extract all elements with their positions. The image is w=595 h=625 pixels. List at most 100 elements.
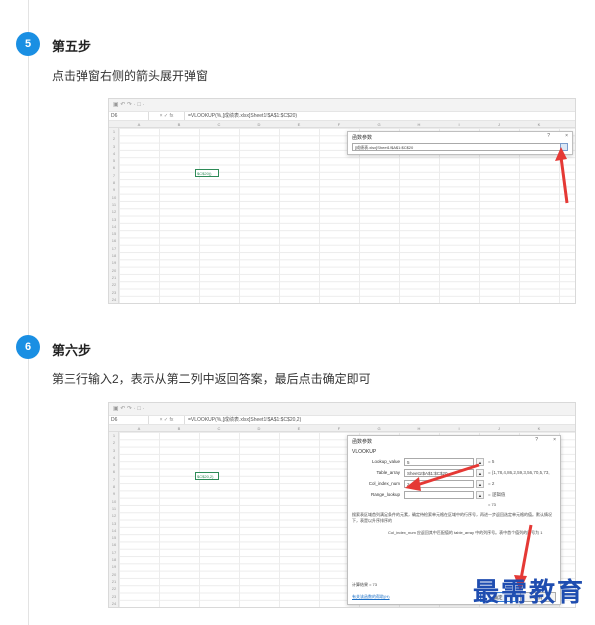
- row-number: 4: [112, 454, 116, 460]
- range-lookup-input[interactable]: [404, 491, 474, 499]
- row-number: 7: [112, 172, 116, 178]
- column-letter: I: [458, 426, 460, 431]
- row-number: 11: [111, 505, 117, 511]
- row-number: 9: [112, 491, 116, 497]
- row-number: 3: [112, 143, 116, 149]
- quick-access-toolbar: ▣ ↶ ↷ · □ ·: [109, 403, 575, 415]
- collapse-arrow-icon[interactable]: ▲: [476, 480, 484, 488]
- function-args-dialog-collapsed: 函数参数 ? × [成绩表.xlsx]Sheet1!$A$1:$C$20: [347, 131, 573, 155]
- column-letter: I: [458, 122, 460, 127]
- step-title: 第五步: [52, 39, 92, 54]
- dialog-title: 函数参数: [352, 439, 373, 445]
- row-number: 16: [111, 542, 117, 548]
- arg-label: Range_lookup: [370, 492, 400, 497]
- column-letter: B: [177, 122, 181, 127]
- row-number: 13: [111, 520, 117, 526]
- expand-dialog-icon[interactable]: [560, 143, 568, 151]
- column-header: A B C D E F G H I J K: [109, 425, 575, 432]
- timeline-line: [28, 0, 29, 625]
- column-letters: A B C D E F G H I J K: [119, 425, 575, 432]
- collapse-arrow-icon[interactable]: ▲: [476, 469, 484, 477]
- row-number: 18: [111, 557, 117, 563]
- arg-row-col-index: Col_index_num 2 ▲ = 2: [348, 480, 562, 488]
- row-number: 22: [111, 282, 117, 288]
- row-number: 12: [111, 513, 117, 519]
- calc-result: 计算结果 = 73: [352, 582, 378, 587]
- arg-label: Lookup_value: [371, 459, 400, 464]
- function-description: 搜索表区域首列满足条件的元素，确定待检索单元格在区域中的行序号，再进一步返回选定…: [352, 512, 552, 523]
- active-cell[interactable]: $C$20)): [195, 169, 219, 177]
- arg-row-lookup-value: Lookup_value 5 ▲ = 5: [348, 458, 562, 466]
- help-icon[interactable]: ?: [547, 133, 550, 139]
- help-icon[interactable]: ?: [535, 437, 538, 443]
- column-letter: F: [337, 122, 341, 127]
- formula-text: =VLOOKUP(%,[成绩表.xlsx]Sheet1!$A$1:$C$20,2…: [188, 417, 302, 423]
- column-header: A B C D E F G H I J K: [109, 121, 575, 128]
- column-letter: H: [417, 122, 421, 127]
- range-input-value: [成绩表.xlsx]Sheet1!$A$1:$C$20: [355, 145, 414, 150]
- row-number: 19: [111, 564, 117, 570]
- quick-access-toolbar: ▣ ↶ ↷ · □ ·: [109, 99, 575, 111]
- row-number: 21: [111, 578, 117, 584]
- formula-bar: D6 × ✓ fx =VLOOKUP(%,[成绩表.xlsx]Sheet1!$A…: [109, 111, 575, 121]
- row-number: 14: [111, 527, 117, 533]
- close-icon[interactable]: ×: [553, 437, 556, 443]
- name-box: D6: [109, 112, 149, 120]
- formula-text: =VLOOKUP(%,[成绩表.xlsx]Sheet1!$A$1:$C$20): [188, 113, 298, 119]
- argument-help: Col_index_num 应返回其中匹配值的 table_array 中的列序…: [388, 530, 543, 535]
- row-number: 8: [112, 180, 116, 186]
- help-link[interactable]: 有关该函数的帮助(H): [352, 594, 390, 600]
- column-letter: E: [297, 426, 301, 431]
- row-number: 24: [111, 296, 117, 302]
- arg-label: Col_index_num: [368, 481, 400, 486]
- dialog-title: 函数参数: [352, 135, 373, 141]
- table-array-input[interactable]: Sheet1!$A$1:$C$20: [404, 469, 474, 477]
- collapse-arrow-icon[interactable]: ▲: [476, 458, 484, 466]
- row-number: 8: [112, 484, 116, 490]
- row-number: 10: [111, 194, 117, 200]
- col-index-input[interactable]: 2: [404, 480, 474, 488]
- row-number: 9: [112, 187, 116, 193]
- active-cell[interactable]: $C$20,2): [195, 472, 219, 480]
- collapse-arrow-icon[interactable]: ▲: [476, 491, 484, 499]
- row-number: 7: [112, 476, 116, 482]
- arg-label: Table_array: [376, 470, 400, 475]
- column-letters: A B C D E F G H I J K: [119, 121, 575, 128]
- column-letter: K: [537, 426, 541, 431]
- row-number: 4: [112, 150, 116, 156]
- row-number: 23: [111, 593, 117, 599]
- excel-screenshot-step5: ▣ ↶ ↷ · □ · D6 × ✓ fx =VLOOKUP(%,[成绩表.xl…: [108, 98, 576, 304]
- step-number-badge: 6: [16, 335, 40, 359]
- row-number: 10: [111, 498, 117, 504]
- row-number: 22: [111, 586, 117, 592]
- row-number: 2: [112, 440, 116, 446]
- column-letter: E: [297, 122, 301, 127]
- arg-result: = 5: [488, 459, 495, 464]
- row-number: 15: [111, 535, 117, 541]
- result-preview: = 73: [488, 502, 496, 507]
- arg-row-range-lookup: Range_lookup ▲ = 逻辑值: [348, 491, 562, 499]
- range-input[interactable]: [成绩表.xlsx]Sheet1!$A$1:$C$20: [352, 143, 568, 151]
- column-letter: C: [217, 426, 221, 431]
- row-number: 3: [112, 447, 116, 453]
- column-letter: J: [498, 122, 500, 127]
- column-letter: G: [377, 122, 381, 127]
- row-number: 16: [111, 238, 117, 244]
- formula-bar: D6 × ✓ fx =VLOOKUP(%,[成绩表.xlsx]Sheet1!$A…: [109, 415, 575, 425]
- row-number: 15: [111, 231, 117, 237]
- row-number: 6: [112, 469, 116, 475]
- step-description: 点击弹窗右侧的箭头展开弹窗: [52, 69, 209, 83]
- lookup-value-input[interactable]: 5: [404, 458, 474, 466]
- row-number: 24: [111, 600, 117, 606]
- close-icon[interactable]: ×: [565, 133, 568, 139]
- column-letter: C: [217, 122, 221, 127]
- row-number: 21: [111, 274, 117, 280]
- name-box: D6: [109, 416, 149, 424]
- row-number: 5: [112, 158, 116, 164]
- column-letter: K: [537, 122, 541, 127]
- column-letter: D: [257, 426, 261, 431]
- column-letter: A: [137, 426, 141, 431]
- row-number: 20: [111, 571, 117, 577]
- row-numbers: 1 2 3 4 5 6 7 8 9 10 11 12 13 14 15 16 17 18 19 20 21 22 23 24: [109, 432, 119, 607]
- row-number: 19: [111, 260, 117, 266]
